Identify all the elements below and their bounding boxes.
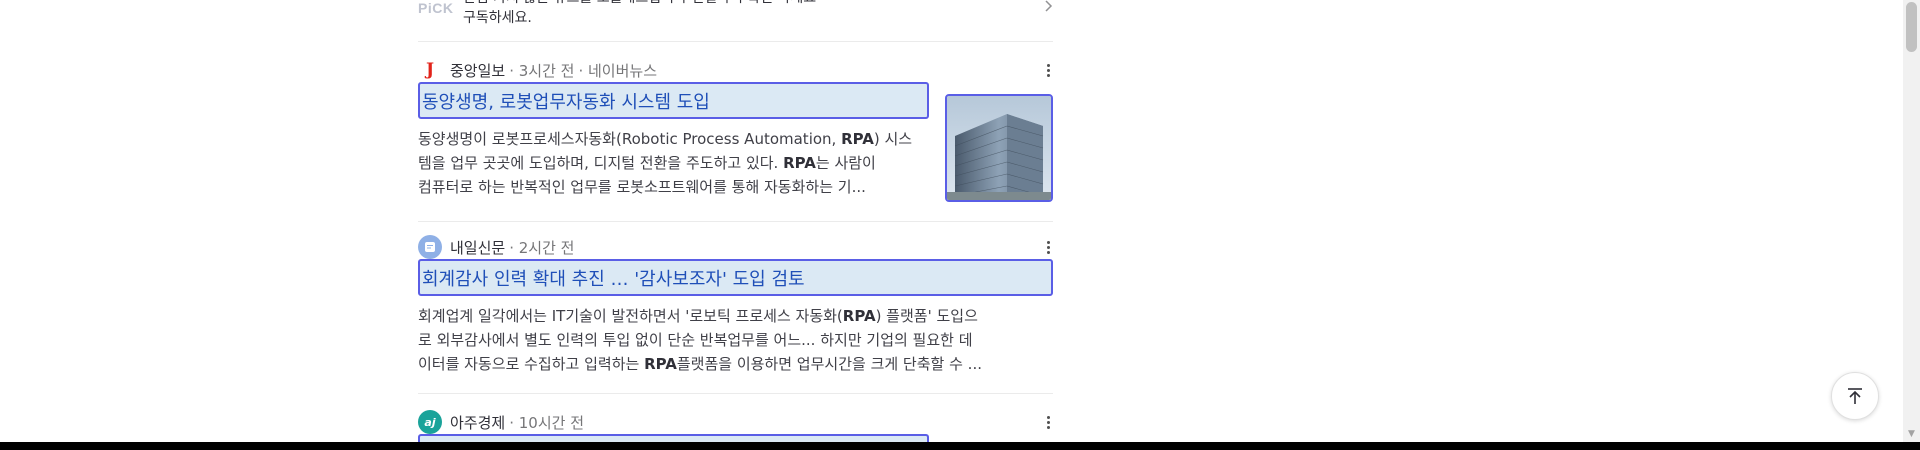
more-options-icon[interactable]	[1043, 58, 1053, 82]
article-title-link[interactable]: 동양생명, 로봇업무자동화 시스템 도입	[418, 82, 929, 119]
vertical-scrollbar[interactable]: ▲ ▼	[1903, 0, 1920, 442]
article-description[interactable]: 동양생명이 로봇프로세스자동화(Robotic Process Automati…	[418, 127, 928, 199]
pick-news-item[interactable]: PiCK 관심 가지 않는 뉴스를 노출해드립니다 연결하여 확인 하세요 구독…	[418, 0, 1053, 28]
news-article: J 중앙일보 · 3시간 전 · 네이버뉴스 동양생명, 로봇업무자동화 시스템…	[418, 58, 1053, 208]
arrow-up-icon	[1848, 388, 1862, 404]
divider	[418, 393, 1053, 394]
divider	[418, 221, 1053, 222]
article-title: 회계감사 인력 확대 추진 … '감사보조자' 도입 검토	[422, 269, 805, 290]
more-options-icon[interactable]	[1043, 410, 1053, 434]
desc-line: 로 외부감사에서 별도 인력의 투입 없이 단순 반복업무를 어느... 하지만…	[418, 331, 973, 349]
press-logo-icon[interactable]	[418, 235, 442, 259]
pick-text: 관심 가지 않는 뉴스를 노출해드립니다 연결하여 확인 하세요 구독하세요.	[463, 0, 816, 28]
desc-line: 이터를 자동으로 수집하고 입력하는 RPA플랫폼을 이용하면 업무시간을 크게…	[418, 355, 982, 373]
press-logo-icon[interactable]: aj	[418, 410, 442, 434]
article-meta: J 중앙일보 · 3시간 전 · 네이버뉴스	[418, 58, 657, 82]
article-title: 동양생명, 로봇업무자동화 시스템 도입	[422, 92, 710, 113]
desc-line: 컴퓨터로 하는 반복적인 업무를 로봇소프트웨어를 통해 자동화하는 기...	[418, 178, 866, 196]
article-time: · 10시간 전	[509, 413, 584, 432]
divider	[418, 41, 1053, 42]
article-meta: 내일신문 · 2시간 전	[418, 235, 574, 259]
scroll-down-arrow-icon[interactable]: ▼	[1903, 425, 1920, 442]
press-name[interactable]: 아주경제	[450, 412, 505, 433]
news-article: 내일신문 · 2시간 전 회계감사 인력 확대 추진 … '감사보조자' 도입 …	[418, 235, 1053, 375]
naver-news-link[interactable]: · 네이버뉴스	[578, 60, 657, 81]
article-meta: aj 아주경제 · 10시간 전	[418, 410, 584, 434]
pick-logo: PiCK	[418, 0, 454, 16]
article-time: · 2시간 전	[509, 238, 575, 257]
scroll-to-top-button[interactable]	[1831, 372, 1879, 420]
taskbar-edge	[0, 442, 1920, 450]
article-time: · 3시간 전	[509, 61, 575, 80]
pick-text-line1: 관심 가지 않는 뉴스를 노출해드립니다 연결하여 확인 하세요	[463, 0, 816, 8]
desc-line: 동양생명이 로봇프로세스자동화(Robotic Process Automati…	[418, 130, 913, 148]
news-article: aj 아주경제 · 10시간 전	[418, 410, 1053, 444]
more-options-icon[interactable]	[1043, 235, 1053, 259]
scrollbar-thumb[interactable]	[1906, 2, 1917, 52]
article-title-link[interactable]: 회계감사 인력 확대 추진 … '감사보조자' 도입 검토	[418, 259, 1053, 296]
press-name[interactable]: 중앙일보	[450, 60, 505, 81]
building-image	[947, 96, 1051, 200]
desc-line: 템을 업무 곳곳에 도입하며, 디지털 전환을 주도하고 있다. RPA는 사람…	[418, 154, 876, 172]
pick-text-line2: 구독하세요.	[463, 10, 532, 26]
desc-line: 회계업계 일각에서는 IT기술이 발전하면서 '로보틱 프로세스 자동화(RPA…	[418, 307, 978, 325]
press-name[interactable]: 내일신문	[450, 237, 505, 258]
press-logo-icon[interactable]: J	[418, 58, 442, 82]
article-description[interactable]: 회계업계 일각에서는 IT기술이 발전하면서 '로보틱 프로세스 자동화(RPA…	[418, 304, 1053, 376]
article-thumbnail[interactable]	[945, 94, 1053, 202]
chevron-right-icon[interactable]	[1045, 0, 1053, 16]
